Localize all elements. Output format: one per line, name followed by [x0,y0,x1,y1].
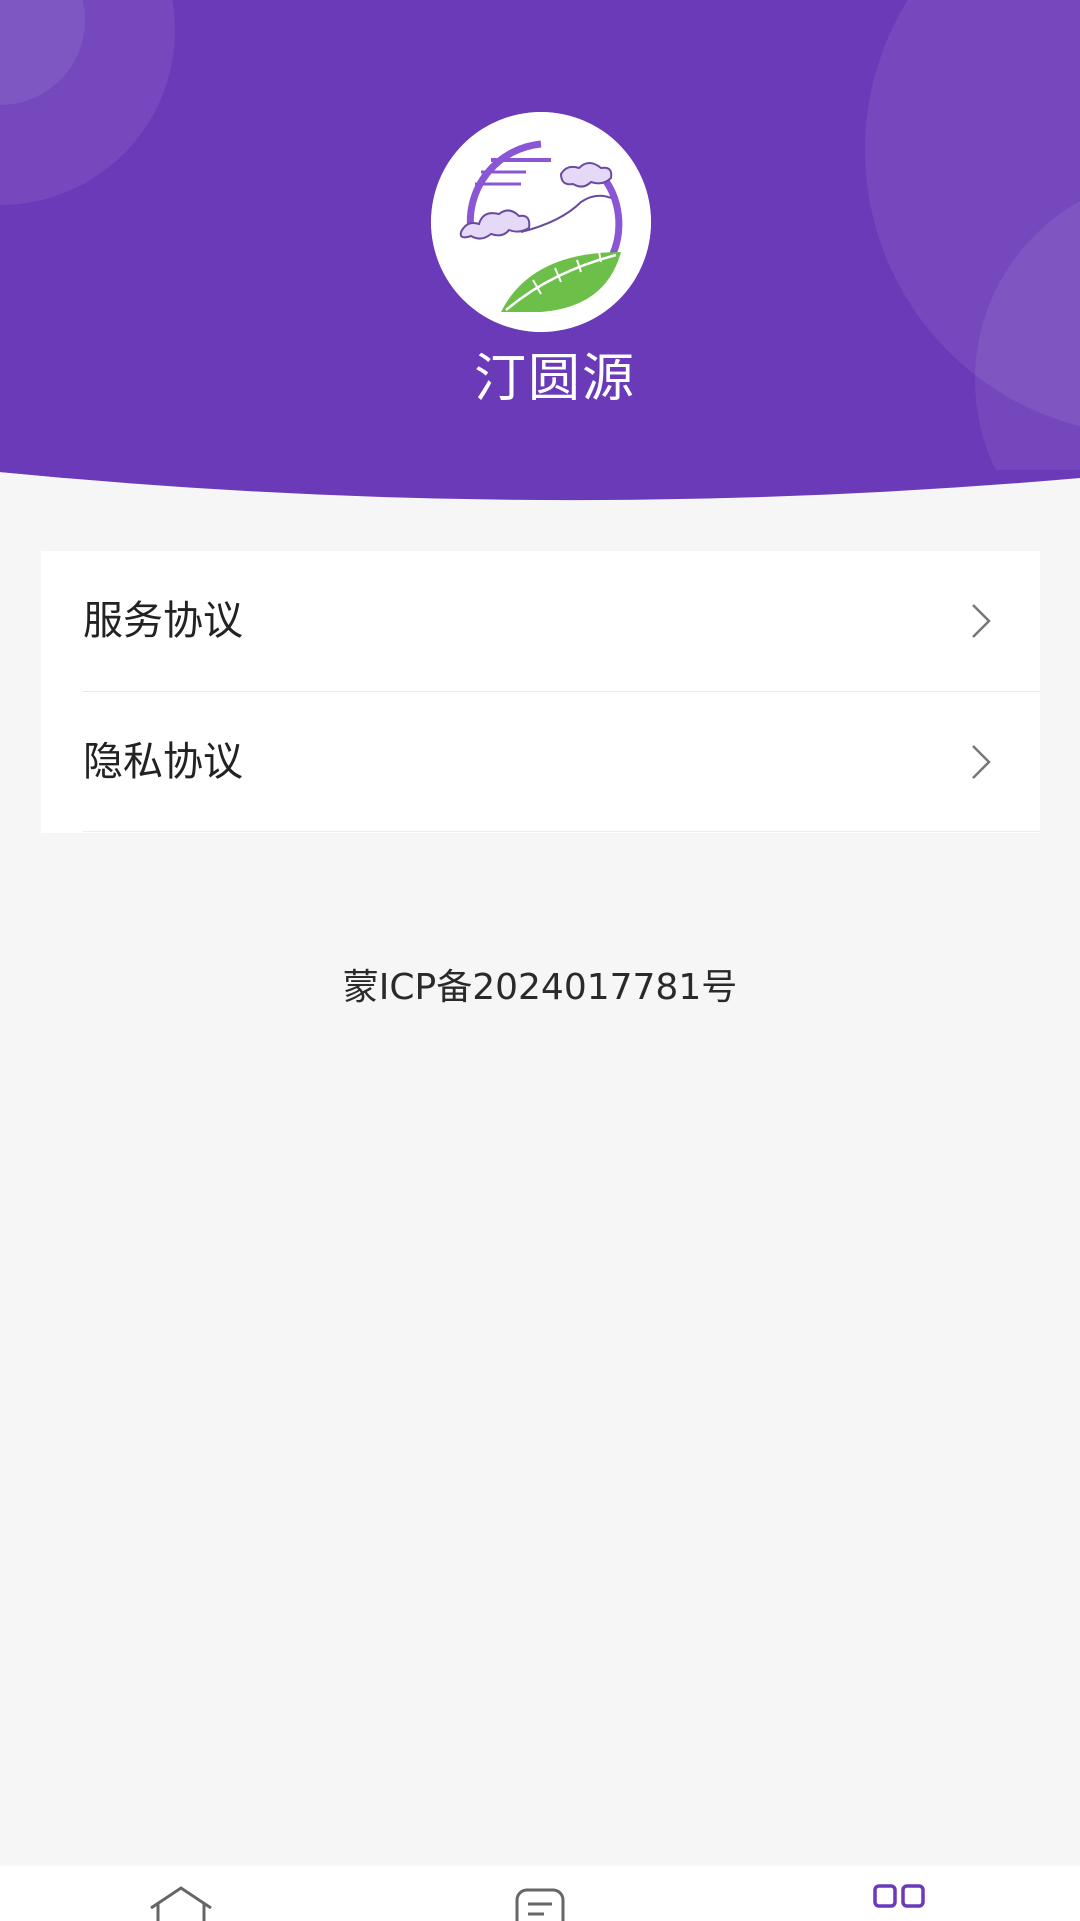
icp-record-text: 蒙ICP备2024017781号 [342,967,738,1008]
bottom-tab-bar [0,1866,1080,1921]
app-name: 汀圆源 [473,349,636,409]
tab-home[interactable] [0,1866,360,1921]
about-page: 汀圆源 服务协议 隐私协议 蒙ICP备2024017781号 [0,0,1080,1921]
menu-item-label: 隐私协议 [83,739,243,785]
orders-icon [515,1888,565,1921]
menu-divider [83,831,1040,832]
tab-orders[interactable] [360,1866,720,1921]
mine-icon [873,1884,925,1908]
menu-item-privacy-agreement[interactable]: 隐私协议 [41,692,1040,833]
chevron-right-icon [972,745,991,779]
app-logo [431,112,651,332]
header-banner: 汀圆源 [0,0,1080,520]
menu-item-label: 服务协议 [83,598,243,644]
agreement-menu: 服务协议 隐私协议 [41,551,1040,833]
tab-mine[interactable] [720,1866,1080,1921]
tea-leaf-cloud-logo-icon [431,112,651,332]
chevron-right-icon [972,604,991,638]
home-icon [150,1886,212,1921]
menu-item-service-agreement[interactable]: 服务协议 [41,551,1040,692]
